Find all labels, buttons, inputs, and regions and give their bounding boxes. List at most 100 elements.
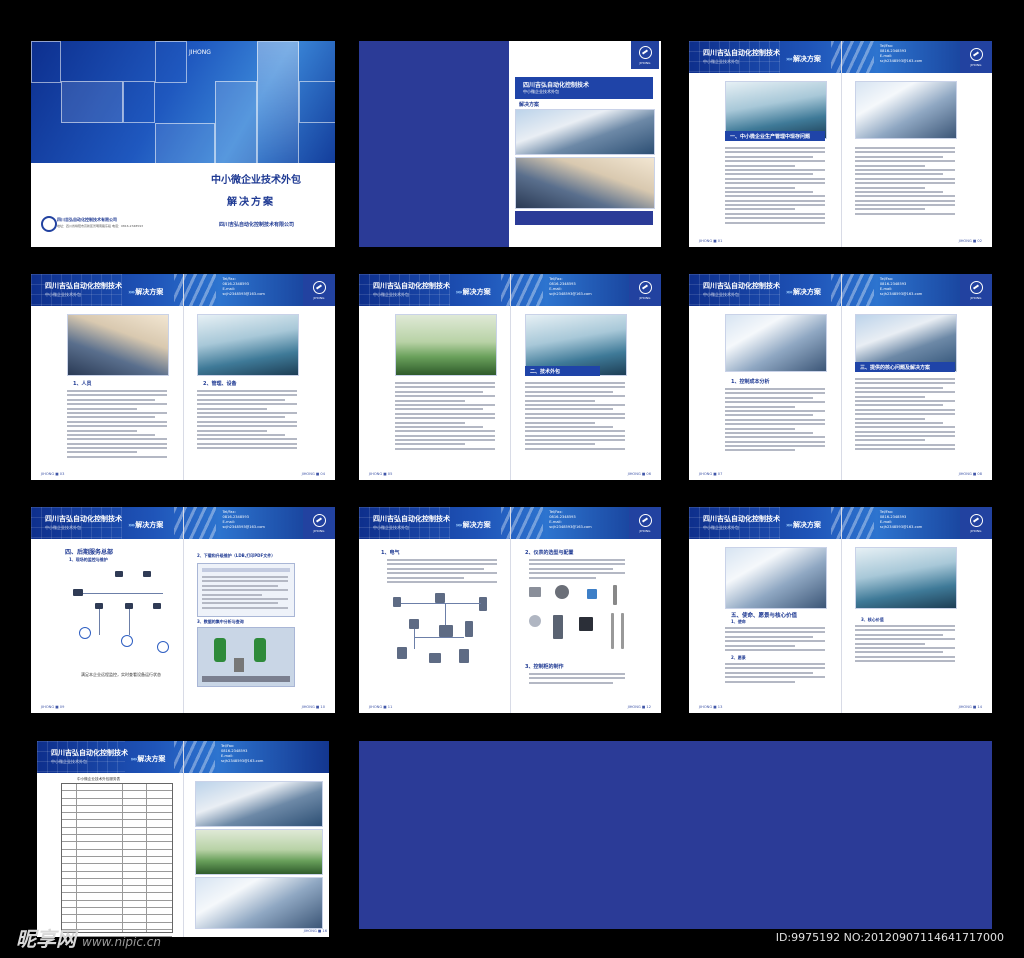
inner-cover-title-band: 四川吉弘自动化控制技术 中小微企业技术外包 <box>515 77 653 99</box>
page-number: JIHONG ■ 14 <box>958 705 982 709</box>
cover-tile <box>299 81 335 123</box>
inner-cover-sub: 中小微企业技术外包 <box>523 89 559 94</box>
logo-icon <box>969 47 983 61</box>
body-text <box>855 147 955 217</box>
cover-tile <box>61 81 123 123</box>
body-text <box>725 627 825 653</box>
header-solution: 解决方案 <box>128 287 163 297</box>
device <box>393 597 401 607</box>
diagram-wire <box>99 609 100 635</box>
diagram-wire <box>401 603 481 604</box>
cover-logo-icon <box>41 216 57 232</box>
inner-cover-left <box>359 41 509 247</box>
header-solution: 解决方案 <box>128 520 163 530</box>
photo-lab <box>195 877 323 929</box>
instrument <box>553 615 563 639</box>
cover-title: 中小微企业技术外包 <box>211 175 301 186</box>
device <box>479 597 487 611</box>
logo-icon <box>969 280 983 294</box>
header-solution: 解决方案 <box>786 54 821 64</box>
cover-tile <box>155 123 215 165</box>
cover-banner: JIHONG <box>31 41 335 165</box>
page-number: JIHONG ■ 11 <box>369 705 393 709</box>
body-text <box>725 388 825 454</box>
cover-tile <box>257 41 299 165</box>
header-company: 四川吉弘自动化控制技术 中小微企业技术外包 <box>373 514 450 530</box>
page-number: JIHONG ■ 05 <box>369 472 393 476</box>
diagram-node <box>121 635 133 647</box>
header-contact: Tel/Fax: 0816-2348593 E-mail: scjh2348593@1… <box>222 277 265 296</box>
diagram-server <box>115 571 123 577</box>
instrument <box>621 613 624 649</box>
instrument <box>529 615 541 627</box>
section-title-people: 1、人员 <box>73 381 92 387</box>
spread-pages-7-8: 四川吉弘自动化控制技术中小微企业技术外包 解决方案 Tel/Fax:0816-2… <box>689 274 992 480</box>
logo-badge: JIHONG <box>960 274 992 306</box>
logo-badge: JIHONG <box>303 274 335 306</box>
photo-robot-arm <box>855 81 957 139</box>
software-content <box>202 576 288 611</box>
header-company: 四川吉弘自动化控制技术 中小微企业技术外包 <box>703 281 780 297</box>
photo-office-workers <box>67 314 169 376</box>
screenshot-scada <box>197 627 295 687</box>
logo-icon <box>312 513 326 527</box>
section-title-management: 2、管理、设备 <box>203 381 237 387</box>
page-number: JIHONG ■ 08 <box>958 472 982 476</box>
body-text <box>855 625 955 665</box>
header-band: 四川吉弘自动化控制技术中小微企业技术外包 解决方案 Tel/Fax:0816-2… <box>37 741 329 773</box>
photo-control-room <box>197 314 299 376</box>
header-solution: 解决方案 <box>130 754 165 764</box>
page-number: JIHONG ■ 07 <box>699 472 723 476</box>
device <box>429 653 441 663</box>
spread-pages-1-2: 四川吉弘自动化控制技术中小微企业技术外包 解决方案 Tel/Fax:0816-2… <box>689 41 992 247</box>
instrument <box>555 585 569 599</box>
header-band: 四川吉弘自动化控制技术中小微企业技术外包 解决方案 Tel/Fax:0816-2… <box>31 507 335 539</box>
subsection-analysis: 3、数据的集中分析与查询 <box>197 619 244 624</box>
device <box>435 593 445 603</box>
section-title-outsourcing: 二、技术外包 <box>525 366 600 376</box>
header-company: 四川吉弘自动化控制技术 中小微企业技术外包 <box>703 514 780 530</box>
logo-badge: JIHONG <box>629 507 661 539</box>
section-title-electrical: 1、电气 <box>381 550 400 556</box>
body-text <box>855 378 955 453</box>
logo-icon <box>638 513 652 527</box>
cover-logo: JIHONG <box>189 49 211 56</box>
device <box>459 649 469 663</box>
page-number: JIHONG ■ 13 <box>699 705 723 709</box>
body-text <box>725 147 825 226</box>
body-text <box>395 382 495 452</box>
inner-cover-bar <box>515 211 653 225</box>
page-number: JIHONG ■ 03 <box>41 472 65 476</box>
header-contact: Tel/Fax: 0816-2348593 E-mail: scjh2348593@1… <box>222 510 265 529</box>
wiring-diagram <box>389 591 499 681</box>
body-text <box>725 663 825 685</box>
diagram-node <box>79 627 91 639</box>
section-title-service: 四、后期服务总部 <box>65 549 114 556</box>
header-contact: Tel/Fax: 0816-2348593 E-mail: scjh2348593@1… <box>549 510 592 529</box>
photo-lab-worker <box>725 314 827 372</box>
photo-factory-hall <box>195 781 323 827</box>
photo-machines <box>195 829 323 875</box>
header-band: 四川吉弘自动化控制技术中小微企业技术外包 解决方案 Tel/Fax:0816-2… <box>689 507 992 539</box>
header-contact: Tel/Fax: 0816-2348593 E-mail: scjh2348593@1… <box>879 277 923 296</box>
logo-badge: JIHONG <box>631 41 659 69</box>
diagram-wire <box>445 603 446 625</box>
device <box>439 625 453 637</box>
scada-tank <box>214 638 226 662</box>
cover-company-bottom: 四川吉弘自动化控制技术有限公司 <box>219 222 295 228</box>
scada-statusbar <box>202 676 290 682</box>
diagram-wire <box>129 609 130 635</box>
bullet-list <box>387 559 497 585</box>
diagram-pc <box>73 589 83 596</box>
page-number: JIHONG ■ 06 <box>627 472 651 476</box>
cover-address: 地址：四川省绵阳市高新区普明南路东段 电话：0816-2348593 <box>57 224 144 228</box>
watermark-brand: 昵享网 www.nipic.cn <box>16 927 161 951</box>
bullet-list <box>529 559 625 581</box>
logo-badge: JIHONG <box>303 507 335 539</box>
header-band: 四川吉弘自动化控制技术中小微企业技术外包 解决方案 Tel/Fax:0816-2… <box>359 507 661 539</box>
section-title-solutions: 三、提供的核心问题及解决方案 <box>855 362 955 372</box>
spread-pages-11-12: 四川吉弘自动化控制技术中小微企业技术外包 解决方案 Tel/Fax:0816-2… <box>359 507 661 713</box>
header-solution: 解决方案 <box>786 520 821 530</box>
cover-tile <box>155 41 187 83</box>
header-solution: 解决方案 <box>786 287 821 297</box>
